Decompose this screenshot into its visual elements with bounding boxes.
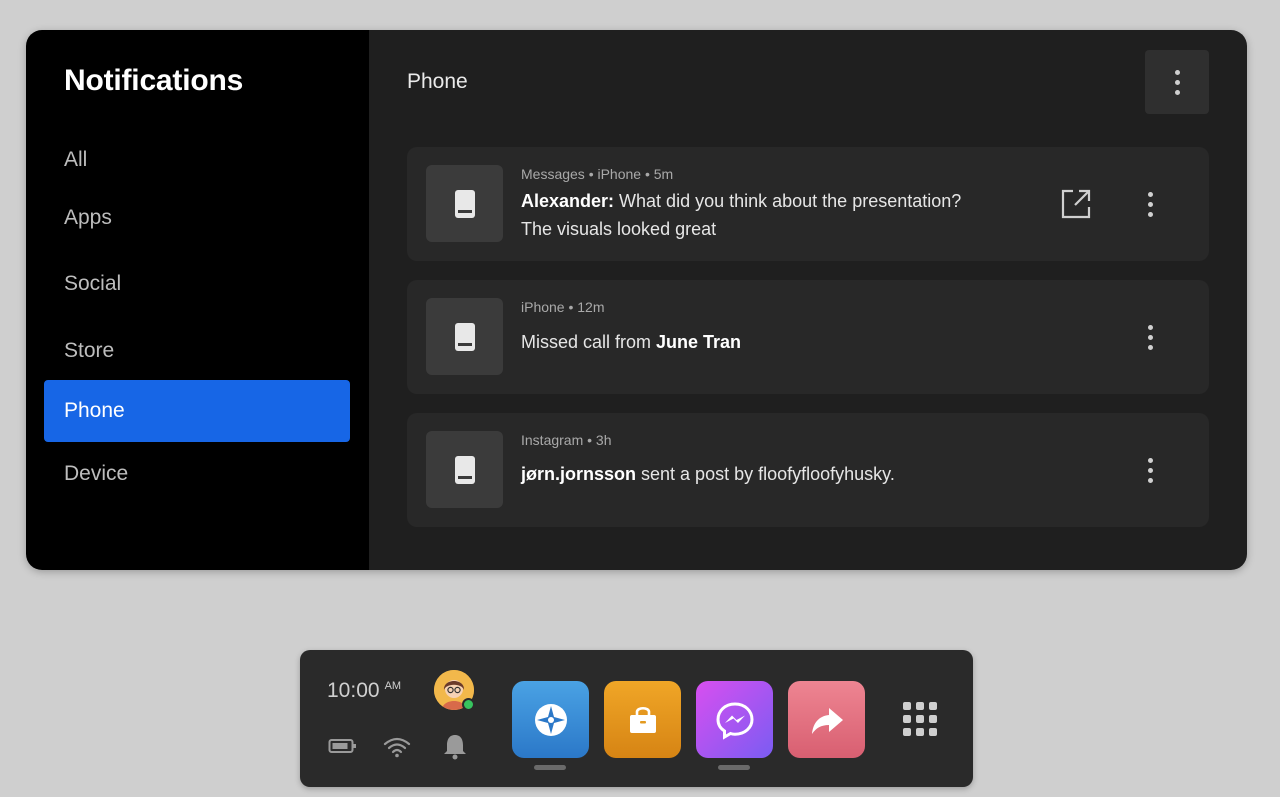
post-text: sent a post by floofyfloofyhusky.	[636, 464, 895, 484]
store-app-button[interactable]	[604, 681, 681, 758]
vertical-dots-icon	[1147, 457, 1153, 483]
sidebar-item-all[interactable]: All	[44, 129, 350, 191]
bell-icon[interactable]	[442, 732, 468, 760]
phone-icon	[454, 322, 475, 351]
clock[interactable]: 10:00 AM	[327, 679, 401, 703]
notification-meta: Instagram • 3h	[521, 432, 612, 448]
notification-app-icon	[426, 431, 503, 508]
notification-sender: Alexander:	[521, 191, 615, 211]
header-more-button[interactable]	[1145, 50, 1209, 114]
sidebar: Notifications All Apps Social Store Phon…	[26, 30, 369, 570]
sidebar-item-phone[interactable]: Phone	[44, 380, 350, 442]
poster-name: jørn.jornsson	[521, 464, 637, 484]
vertical-dots-icon	[1147, 324, 1153, 350]
notification-message: Missed call from June Tran	[521, 328, 741, 356]
explore-app-button[interactable]	[512, 681, 589, 758]
open-external-button[interactable]	[1057, 185, 1095, 223]
compass-icon	[534, 703, 567, 736]
notification-meta: iPhone • 12m	[521, 299, 605, 315]
notification-card-instagram[interactable]: Instagram • 3h jørn.jornsson sent a post…	[407, 413, 1209, 527]
phone-icon	[454, 455, 475, 484]
notification-card-missed-call[interactable]: iPhone • 12m Missed call from June Tran	[407, 280, 1209, 394]
app-running-indicator	[718, 765, 750, 770]
notification-more-button[interactable]	[1135, 317, 1165, 357]
phone-icon	[454, 189, 475, 218]
sidebar-item-store[interactable]: Store	[44, 320, 350, 382]
shopping-bag-icon	[629, 706, 656, 733]
app-running-indicator	[534, 765, 566, 770]
clock-time: 10:00	[327, 679, 380, 702]
share-arrow-icon	[811, 707, 843, 734]
vertical-dots-icon	[1147, 191, 1153, 217]
taskbar: 10:00 AM	[300, 650, 973, 787]
notification-message: jørn.jornsson sent a post by floofyfloof…	[521, 460, 895, 488]
page-title: Phone	[407, 70, 468, 93]
notification-message-line2: The visuals looked great	[521, 219, 717, 239]
vertical-dots-icon	[1174, 69, 1180, 95]
notification-app-icon	[426, 165, 503, 242]
open-external-icon	[1061, 189, 1091, 219]
messenger-icon	[715, 701, 754, 740]
notification-meta: Messages • iPhone • 5m	[521, 166, 674, 182]
clock-ampm: AM	[384, 680, 402, 692]
main-content: Phone Messages • iPhone • 5m Alexander: …	[369, 30, 1247, 570]
notification-app-icon	[426, 298, 503, 375]
sidebar-item-social[interactable]: Social	[44, 253, 350, 315]
notification-message: Alexander: What did you think about the …	[521, 187, 961, 243]
sidebar-item-device[interactable]: Device	[44, 443, 350, 505]
battery-icon[interactable]	[328, 736, 358, 756]
online-status-indicator	[462, 698, 475, 711]
notification-card-message[interactable]: Messages • iPhone • 5m Alexander: What d…	[407, 147, 1209, 261]
missed-call-prefix: Missed call from	[521, 332, 657, 352]
messenger-app-button[interactable]	[696, 681, 773, 758]
wifi-icon[interactable]	[382, 736, 412, 758]
caller-name: June Tran	[656, 332, 742, 352]
share-app-button[interactable]	[788, 681, 865, 758]
notification-message-line1: What did you think about the presentatio…	[614, 191, 962, 211]
notifications-panel: Notifications All Apps Social Store Phon…	[26, 30, 1247, 570]
notification-more-button[interactable]	[1135, 450, 1165, 490]
sidebar-item-apps[interactable]: Apps	[44, 187, 350, 249]
sidebar-title: Notifications	[64, 64, 244, 97]
notification-more-button[interactable]	[1135, 184, 1165, 224]
app-grid-icon[interactable]	[903, 702, 937, 736]
